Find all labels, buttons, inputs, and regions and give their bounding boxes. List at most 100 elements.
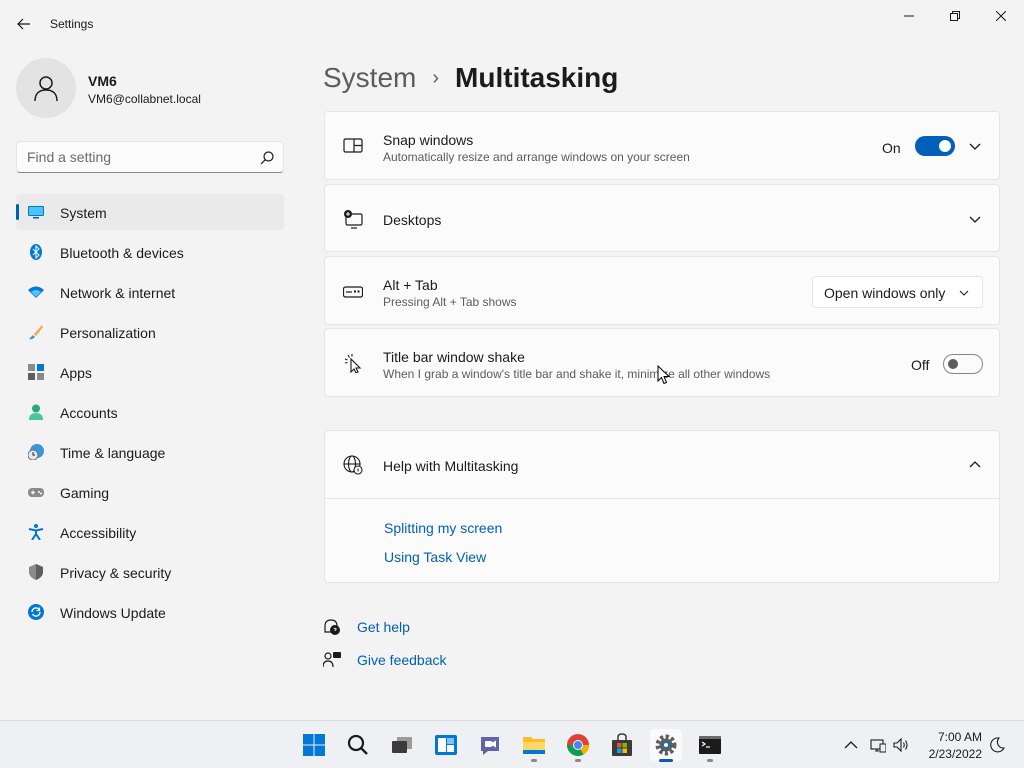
volume-icon[interactable] [893,737,909,753]
sidebar-item-system[interactable]: System [16,194,284,230]
maximize-button[interactable] [932,0,978,32]
running-indicator [575,759,581,762]
alt-tab-dropdown[interactable]: Open windows only [812,276,983,308]
taskbar: 7:00 AM 2/23/2022 [0,720,1024,768]
breadcrumb-separator: › [432,66,440,89]
desktops-card[interactable]: Desktops [324,184,1000,252]
chevron-up-icon[interactable] [967,457,983,473]
sidebar-item-bluetooth[interactable]: Bluetooth & devices [16,234,284,270]
taskbar-chrome-button[interactable] [562,729,594,762]
taskbar-file-explorer-button[interactable] [518,729,550,762]
sidebar-item-label: Privacy & security [60,565,172,581]
get-help-icon [324,619,340,635]
sidebar-item-apps[interactable]: Apps [16,354,284,390]
sidebar-item-accessibility[interactable]: Accessibility [16,514,284,550]
sidebar-item-label: System [60,205,107,221]
chat-icon [481,737,499,755]
running-indicator [531,759,537,762]
user-name: VM6 [88,73,117,89]
taskbar-start-button[interactable] [298,729,330,761]
user-profile[interactable]: VM6 VM6@collabnet.local [16,58,286,118]
search-box[interactable] [16,141,284,173]
sidebar-item-accounts[interactable]: Accounts [16,394,284,430]
breadcrumb: System › Multitasking [323,58,618,98]
chevron-down-icon[interactable] [967,211,983,227]
clock-date[interactable]: 2/23/2022 [920,747,982,761]
page-title: Multitasking [455,62,619,93]
sidebar-item-label: Bluetooth & devices [60,245,184,261]
taskbar-search-button[interactable] [342,729,374,761]
wifi-icon [28,286,44,298]
sidebar-item-label: Time & language [60,445,166,461]
help-link-task-view[interactable]: Using Task View [384,549,486,565]
feedback-icon [323,652,341,668]
shake-toggle-state: Off [911,357,930,373]
taskbar-widgets-button[interactable] [430,729,462,761]
sidebar-item-personalization[interactable]: Personalization [16,314,284,350]
accessibility-icon [28,524,44,540]
title-bar-shake-toggle[interactable] [943,354,983,374]
sidebar-item-label: Gaming [60,485,110,501]
shield-icon [29,564,43,580]
start-icon [303,734,325,756]
snap-layout-icon [343,138,363,153]
get-help-link[interactable]: Get help [357,619,410,635]
taskbar-terminal-button[interactable] [694,729,726,762]
back-arrow-icon [17,18,30,30]
file-explorer-icon [523,737,545,754]
sidebar-item-label: Personalization [60,325,156,341]
widgets-icon [435,735,457,755]
keyboard-tab-icon [343,286,363,298]
taskbar-task-view-button[interactable] [386,729,418,761]
sidebar-nav: System Bluetooth & devices Network & int… [16,194,284,634]
active-indicator [659,759,673,762]
network-icon[interactable] [870,737,886,753]
sidebar-item-windows-update[interactable]: Windows Update [16,594,284,630]
sidebar-item-label: Accounts [60,405,118,421]
update-icon [28,604,44,620]
help-link-splitting-screen[interactable]: Splitting my screen [384,520,502,536]
sidebar-item-label: Windows Update [60,605,166,621]
chevron-up-icon[interactable] [843,737,859,753]
sidebar-item-label: Network & internet [60,285,176,301]
user-email: VM6@collabnet.local [88,92,201,106]
search-icon[interactable] [259,150,275,166]
globe-help-icon [343,455,363,475]
taskbar-store-button[interactable] [606,729,638,761]
alt-tab-selected-value: Open windows only [824,285,946,301]
close-button[interactable] [978,0,1024,32]
snap-windows-toggle[interactable] [915,136,955,156]
apps-icon [28,364,44,380]
give-feedback-link[interactable]: Give feedback [357,652,447,668]
restore-icon [950,11,960,21]
gamepad-icon [28,488,44,497]
quiet-hours-moon-icon[interactable] [989,737,1005,753]
title-bar-shake-card: Title bar window shake When I grab a win… [324,328,1000,397]
alt-tab-description: Pressing Alt + Tab shows [383,295,517,309]
help-card: Help with Multitasking Splitting my scre… [324,430,1000,583]
store-icon [612,733,632,756]
clock-time[interactable]: 7:00 AM [920,730,982,744]
sidebar-item-network[interactable]: Network & internet [16,274,284,310]
desktops-title: Desktops [383,212,442,228]
taskbar-settings-button[interactable] [650,729,682,762]
mouse-cursor-icon [657,365,671,385]
taskbar-chat-button[interactable] [474,729,506,761]
sidebar-item-privacy[interactable]: Privacy & security [16,554,284,590]
alt-tab-title: Alt + Tab [383,277,438,293]
running-indicator [707,759,713,762]
snap-windows-card[interactable]: Snap windows Automatically resize and ar… [324,111,1000,180]
back-button[interactable] [10,10,38,38]
minimize-button[interactable] [886,0,932,32]
chevron-down-icon[interactable] [967,138,983,154]
person-icon [29,404,43,420]
app-title: Settings [50,17,94,31]
sidebar-item-gaming[interactable]: Gaming [16,474,284,510]
snap-windows-title: Snap windows [383,132,474,148]
search-input[interactable] [27,149,247,165]
cursor-shake-icon [344,354,362,373]
sidebar-item-time-language[interactable]: Time & language [16,434,284,470]
user-avatar-icon [34,76,58,102]
snap-toggle-state: On [882,140,901,156]
breadcrumb-parent[interactable]: System [323,62,416,94]
